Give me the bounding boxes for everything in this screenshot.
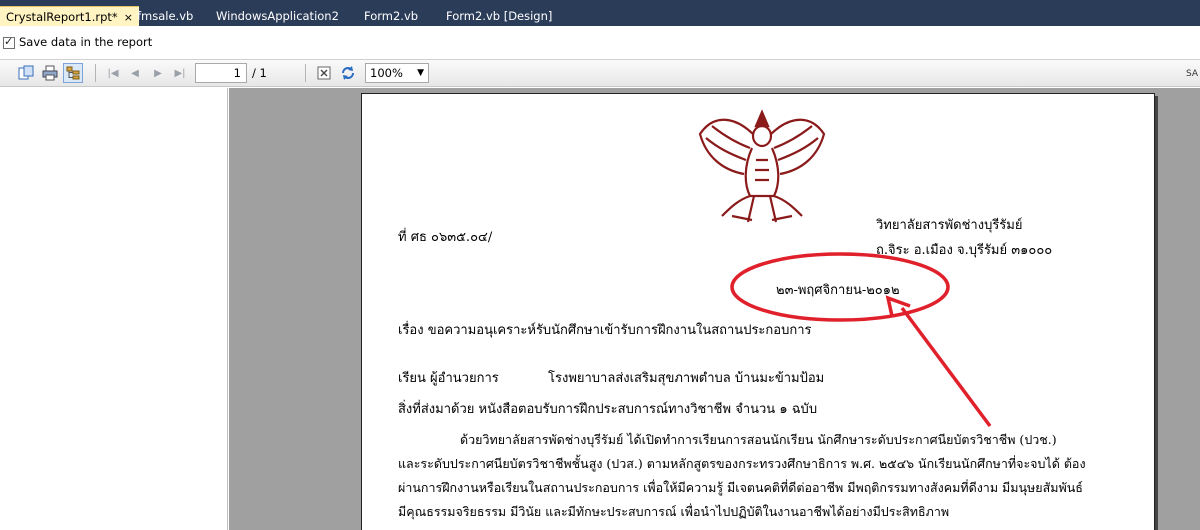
- tab-windowsapplication2[interactable]: WindowsApplication2: [210, 7, 345, 26]
- zoom-value: 100%: [370, 66, 403, 80]
- document-body-line: มีคุณธรรมจริยธรรม มีวินัย และมีทักษะประส…: [398, 504, 950, 519]
- tab-fmsale[interactable]: fmsale.vb: [131, 7, 199, 26]
- report-viewer-toolbar: |◀ ◀ ▶ ▶| 1 / 1 100% ▼ SA: [0, 60, 1200, 87]
- next-page-icon[interactable]: ▶: [148, 63, 168, 83]
- save-data-label: Save data in the report: [19, 35, 153, 49]
- tab-form2[interactable]: Form2.vb: [358, 7, 424, 26]
- tab-label: CrystalReport1.rpt*: [6, 10, 118, 24]
- document-subject: เรื่อง ขอความอนุเคราะห์รับนักศึกษาเข้ารั…: [398, 323, 812, 338]
- export-icon[interactable]: [16, 63, 36, 83]
- tab-label: Form2.vb [Design]: [446, 9, 553, 23]
- toolbar-overflow-label: SA: [1186, 69, 1199, 79]
- print-icon[interactable]: [40, 63, 60, 83]
- tab-crystalreport1[interactable]: CrystalReport1.rpt* ×: [0, 6, 139, 26]
- annotation-arrow: [900, 306, 992, 428]
- refresh-icon[interactable]: [338, 63, 358, 83]
- document-enclosure: สิ่งที่ส่งมาด้วย หนังสือตอบรับการฝึกประส…: [398, 402, 818, 417]
- document-body-line: ด้วยวิทยาลัยสารพัดช่างบุรีรัมย์ ได้เปิดท…: [460, 432, 1057, 447]
- annotation-arrowhead: [885, 295, 911, 317]
- zoom-select[interactable]: 100% ▼: [365, 63, 429, 83]
- document-recipient-organization: โรงพยาบาลส่งเสริมสุขภาพตำบล บ้านมะข้ามป้…: [548, 371, 825, 386]
- toolbar-separator: [305, 64, 306, 82]
- document-body-line: ผ่านการฝึกงานหรือเรียนในสถานประกอบการ เพ…: [398, 480, 1083, 495]
- previous-page-icon[interactable]: ◀: [125, 63, 145, 83]
- document-tab-strip: CrystalReport1.rpt* × fmsale.vb WindowsAp…: [0, 0, 1200, 26]
- tab-label: fmsale.vb: [137, 9, 194, 23]
- report-viewer-area[interactable]: ที่ ศธ ๐๖๓๕.๐๔/ วิทยาลัยสารพัดช่างบุรีรั…: [229, 88, 1200, 530]
- document-body-line: และระดับประกาศนียบัตรวิชาชีพชั้นสูง (ปวส…: [398, 456, 1086, 471]
- document-date: ๒๓-พฤศจิกายน-๒๐๑๒: [776, 283, 900, 298]
- current-page-input[interactable]: 1: [195, 63, 247, 83]
- document-organization-address: ถ.จิระ อ.เมือง จ.บุรีรัมย์ ๓๑๐๐๐: [876, 243, 1053, 258]
- save-data-checkbox[interactable]: [3, 35, 15, 49]
- report-page: ที่ ศธ ๐๖๓๕.๐๔/ วิทยาลัยสารพัดช่างบุรีรั…: [361, 93, 1155, 530]
- document-reference-number: ที่ ศธ ๐๖๓๕.๐๔/: [398, 230, 493, 245]
- group-tree-pane[interactable]: [0, 88, 228, 530]
- document-recipient-label: เรียน ผู้อำนวยการ: [398, 371, 499, 386]
- report-options-bar: Save data in the report: [0, 26, 1200, 60]
- group-tree-toggle-icon[interactable]: [63, 63, 83, 83]
- last-page-icon[interactable]: ▶|: [170, 63, 190, 83]
- chevron-down-icon: ▼: [417, 68, 424, 78]
- document-organization-name: วิทยาลัยสารพัดช่างบุรีรัมย์: [876, 218, 1023, 233]
- tab-form2-design[interactable]: Form2.vb [Design]: [440, 7, 558, 26]
- first-page-icon[interactable]: |◀: [103, 63, 123, 83]
- garuda-seal-icon: [698, 109, 826, 223]
- toolbar-separator: [95, 64, 96, 82]
- tab-label: Form2.vb: [364, 9, 419, 23]
- total-pages: / 1: [252, 66, 267, 80]
- stop-icon[interactable]: [314, 63, 334, 83]
- tab-label: WindowsApplication2: [216, 9, 339, 23]
